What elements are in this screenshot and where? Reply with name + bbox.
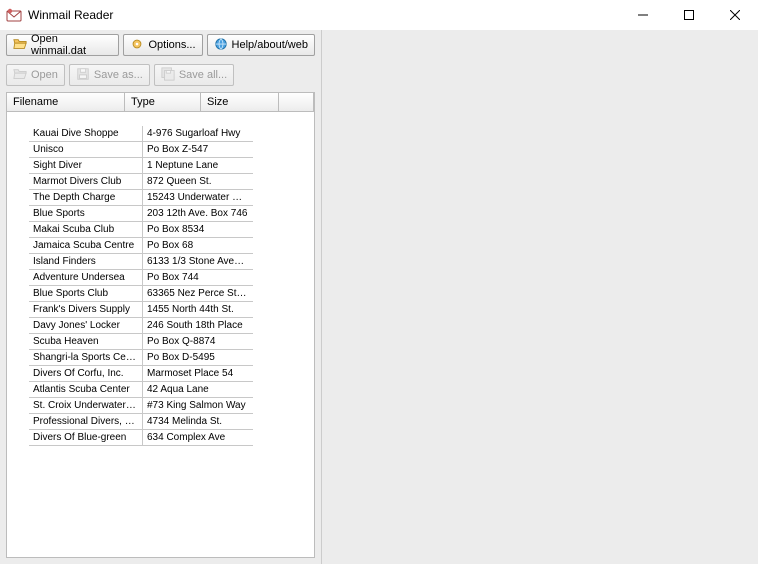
folder-open-icon	[13, 67, 27, 84]
cell-address: 4-976 Sugarloaf Hwy	[143, 126, 253, 142]
cell-name: Shangri-la Sports Center	[29, 350, 143, 366]
table-row[interactable]: Makai Scuba ClubPo Box 8534	[29, 222, 314, 238]
cell-name: Jamaica Scuba Centre	[29, 238, 143, 254]
cell-name: Blue Sports	[29, 206, 143, 222]
cell-address: 63365 Nez Perce Street	[143, 286, 253, 302]
cell-name: Island Finders	[29, 254, 143, 270]
column-headers[interactable]: Filename Type Size	[7, 93, 314, 112]
table-row[interactable]: Blue Sports Club63365 Nez Perce Street	[29, 286, 314, 302]
cell-name: Marmot Divers Club	[29, 174, 143, 190]
cell-address: Po Box D-5495	[143, 350, 253, 366]
cell-name: Scuba Heaven	[29, 334, 143, 350]
cell-address: 1 Neptune Lane	[143, 158, 253, 174]
primary-toolbar: Open winmail.dat Options... Help/about/w…	[0, 30, 321, 60]
cell-address: Po Box Z-547	[143, 142, 253, 158]
button-label: Open	[31, 69, 58, 81]
cell-name: Makai Scuba Club	[29, 222, 143, 238]
save-all-button: Save all...	[154, 64, 234, 86]
rows-container: Kauai Dive Shoppe4-976 Sugarloaf HwyUnis…	[7, 112, 314, 557]
cell-name: Professional Divers, Ltd.	[29, 414, 143, 430]
column-size[interactable]: Size	[201, 93, 279, 111]
cell-name: Adventure Undersea	[29, 270, 143, 286]
cell-address: 634 Complex Ave	[143, 430, 253, 446]
options-button[interactable]: Options...	[123, 34, 202, 56]
save-icon	[76, 67, 90, 84]
help-button[interactable]: Help/about/web	[207, 34, 315, 56]
cell-name: Divers Of Blue-green	[29, 430, 143, 446]
minimize-button[interactable]	[620, 0, 666, 30]
table-row[interactable]: Shangri-la Sports CenterPo Box D-5495	[29, 350, 314, 366]
secondary-toolbar: Open Save as... Save all...	[0, 60, 321, 90]
cell-address: 15243 Underwater Hwy.	[143, 190, 253, 206]
app-icon	[6, 7, 22, 23]
table-row[interactable]: Atlantis Scuba Center42 Aqua Lane	[29, 382, 314, 398]
table-row[interactable]: Kauai Dive Shoppe4-976 Sugarloaf Hwy	[29, 126, 314, 142]
table-row[interactable]: The Depth Charge15243 Underwater Hwy.	[29, 190, 314, 206]
cell-address: 203 12th Ave. Box 746	[143, 206, 253, 222]
table-row[interactable]: Davy Jones' Locker246 South 18th Place	[29, 318, 314, 334]
save-all-icon	[161, 67, 175, 84]
content-area: Open winmail.dat Options... Help/about/w…	[0, 30, 758, 564]
close-button[interactable]	[712, 0, 758, 30]
titlebar: Winmail Reader	[0, 0, 758, 30]
cell-address: #73 King Salmon Way	[143, 398, 253, 414]
cell-name: The Depth Charge	[29, 190, 143, 206]
table-row[interactable]: UniscoPo Box Z-547	[29, 142, 314, 158]
file-list[interactable]: Filename Type Size Kauai Dive Shoppe4-97…	[6, 92, 315, 558]
table-row[interactable]: Sight Diver1 Neptune Lane	[29, 158, 314, 174]
cell-name: Blue Sports Club	[29, 286, 143, 302]
cell-address: 1455 North 44th St.	[143, 302, 253, 318]
folder-open-icon	[13, 37, 27, 54]
table-row[interactable]: Jamaica Scuba CentrePo Box 68	[29, 238, 314, 254]
cell-address: Po Box 744	[143, 270, 253, 286]
save-as-button: Save as...	[69, 64, 150, 86]
cell-address: Po Box Q-8874	[143, 334, 253, 350]
cell-name: Unisco	[29, 142, 143, 158]
cell-address: Po Box 8534	[143, 222, 253, 238]
cell-name: St. Croix Underwater Supply	[29, 398, 143, 414]
cell-address: 4734 Melinda St.	[143, 414, 253, 430]
button-label: Options...	[148, 39, 195, 51]
cell-name: Frank's Divers Supply	[29, 302, 143, 318]
open-button: Open	[6, 64, 65, 86]
table-row[interactable]: Adventure UnderseaPo Box 744	[29, 270, 314, 286]
table-row[interactable]: Blue Sports203 12th Ave. Box 746	[29, 206, 314, 222]
table-row[interactable]: St. Croix Underwater Supply#73 King Salm…	[29, 398, 314, 414]
cell-name: Atlantis Scuba Center	[29, 382, 143, 398]
open-winmail-button[interactable]: Open winmail.dat	[6, 34, 119, 56]
window-title: Winmail Reader	[28, 8, 113, 22]
cell-name: Davy Jones' Locker	[29, 318, 143, 334]
cell-address: 872 Queen St.	[143, 174, 253, 190]
table-row[interactable]: Island Finders6133 1/3 Stone Avenue	[29, 254, 314, 270]
cell-address: Marmoset Place 54	[143, 366, 253, 382]
button-label: Open winmail.dat	[31, 33, 112, 57]
table-row[interactable]: Marmot Divers Club872 Queen St.	[29, 174, 314, 190]
cell-name: Kauai Dive Shoppe	[29, 126, 143, 142]
cell-address: 42 Aqua Lane	[143, 382, 253, 398]
cell-address: Po Box 68	[143, 238, 253, 254]
cell-address: 6133 1/3 Stone Avenue	[143, 254, 253, 270]
table-row[interactable]: Professional Divers, Ltd.4734 Melinda St…	[29, 414, 314, 430]
cell-address: 246 South 18th Place	[143, 318, 253, 334]
button-label: Help/about/web	[232, 39, 308, 51]
preview-pane	[322, 30, 758, 564]
gear-icon	[130, 37, 144, 54]
help-globe-icon	[214, 37, 228, 54]
column-type[interactable]: Type	[125, 93, 201, 111]
cell-name: Divers Of Corfu, Inc.	[29, 366, 143, 382]
table-row[interactable]: Frank's Divers Supply1455 North 44th St.	[29, 302, 314, 318]
maximize-button[interactable]	[666, 0, 712, 30]
button-label: Save all...	[179, 69, 227, 81]
table-row[interactable]: Scuba HeavenPo Box Q-8874	[29, 334, 314, 350]
table-row[interactable]: Divers Of Blue-green634 Complex Ave	[29, 430, 314, 446]
column-spacer	[279, 93, 314, 111]
cell-name: Sight Diver	[29, 158, 143, 174]
left-pane: Open winmail.dat Options... Help/about/w…	[0, 30, 322, 564]
table-row[interactable]: Divers Of Corfu, Inc.Marmoset Place 54	[29, 366, 314, 382]
column-filename[interactable]: Filename	[7, 93, 125, 111]
button-label: Save as...	[94, 69, 143, 81]
